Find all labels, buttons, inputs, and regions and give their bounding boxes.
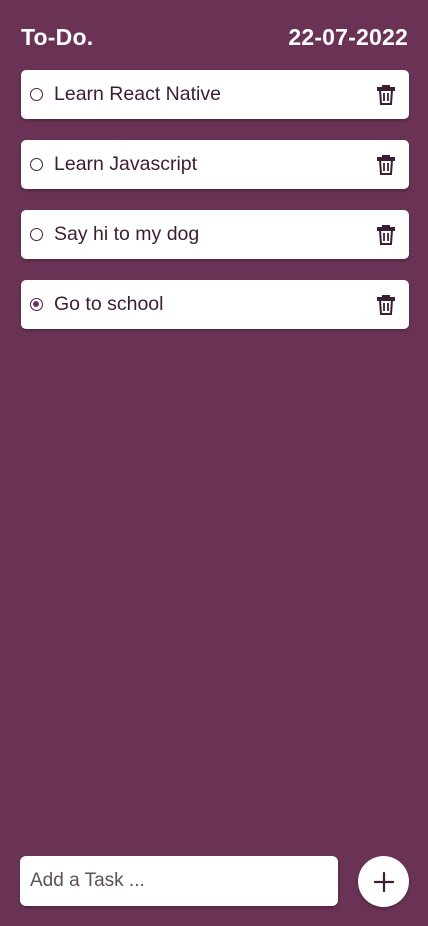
trash-icon[interactable] xyxy=(376,154,396,175)
task-item: Go to school xyxy=(21,280,409,329)
trash-icon[interactable] xyxy=(376,224,396,245)
add-task-input[interactable] xyxy=(20,856,338,906)
plus-icon xyxy=(373,871,394,892)
task-list: Learn React Native Learn Javascript Say … xyxy=(21,70,409,350)
task-label: Learn Javascript xyxy=(54,153,198,175)
task-label: Say hi to my dog xyxy=(54,223,200,245)
current-date: 22-07-2022 xyxy=(288,23,408,50)
task-checkbox[interactable] xyxy=(30,158,43,171)
app-header: To-Do. 22-07-2022 xyxy=(21,22,408,52)
app-title: To-Do. xyxy=(21,23,94,50)
trash-icon[interactable] xyxy=(376,84,396,105)
task-item: Learn React Native xyxy=(21,70,409,119)
task-label: Learn React Native xyxy=(54,83,221,105)
trash-icon[interactable] xyxy=(376,294,396,315)
task-checkbox[interactable] xyxy=(30,228,43,241)
task-checkbox[interactable] xyxy=(30,88,43,101)
task-composer xyxy=(20,856,409,907)
add-task-button[interactable] xyxy=(358,856,409,907)
task-checkbox-checked[interactable] xyxy=(30,298,43,311)
task-label: Go to school xyxy=(54,293,164,315)
task-item: Learn Javascript xyxy=(21,140,409,189)
task-item: Say hi to my dog xyxy=(21,210,409,259)
